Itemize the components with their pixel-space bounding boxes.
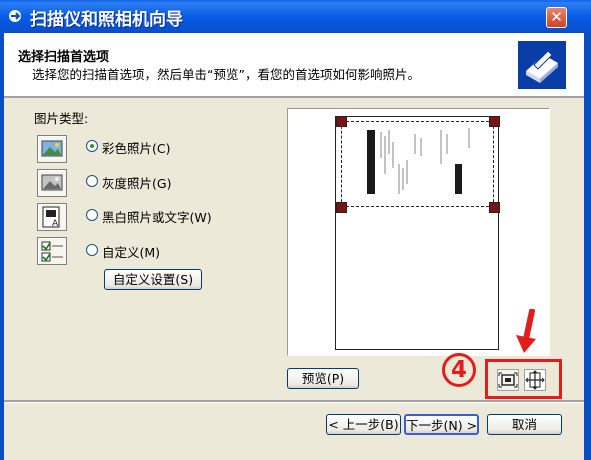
zoom-to-selection-icon[interactable]	[497, 369, 519, 391]
resize-handle-top-left[interactable]	[336, 116, 347, 127]
red-arrow-annotation	[516, 309, 536, 353]
resize-handle-top-right[interactable]	[489, 116, 500, 127]
preview-button[interactable]: 预览(P)	[287, 368, 359, 389]
color-photo-label[interactable]: 彩色照片(C)	[102, 138, 170, 157]
grayscale-photo-label[interactable]: 灰度照片(G)	[102, 173, 171, 192]
black-white-text-icon: A	[37, 203, 67, 231]
scanner-wizard-icon	[518, 41, 566, 89]
resize-handle-bottom-right[interactable]	[489, 202, 500, 213]
custom-settings-icon	[37, 237, 67, 265]
resize-handle-bottom-left[interactable]	[336, 202, 347, 213]
back-button[interactable]: < 上一步(B)	[326, 414, 401, 435]
wizard-arrow-icon	[9, 10, 21, 22]
color-photo-radio[interactable]	[86, 140, 98, 152]
custom-settings-button[interactable]: 自定义设置(S)	[104, 269, 202, 290]
svg-text:A: A	[52, 219, 59, 229]
picture-type-label: 图片类型:	[34, 111, 89, 126]
next-button[interactable]: 下一步(N) >	[404, 414, 479, 435]
cancel-button[interactable]: 取消	[487, 414, 562, 435]
grayscale-photo-radio[interactable]	[86, 175, 98, 187]
custom-label[interactable]: 自定义(M)	[102, 242, 160, 261]
window-title: 扫描仪和照相机向导	[30, 10, 183, 30]
custom-radio[interactable]	[86, 244, 98, 256]
fit-page-icon[interactable]	[524, 369, 546, 391]
close-button[interactable]: ✕	[546, 7, 567, 28]
step-number-badge: 4	[442, 353, 476, 387]
window-frame-right	[584, 33, 591, 460]
grayscale-photo-icon	[37, 169, 67, 197]
color-photo-icon	[37, 135, 67, 163]
page-title: 选择扫描首选项	[18, 50, 110, 65]
black-white-label[interactable]: 黑白照片或文字(W)	[102, 207, 212, 226]
selection-marquee[interactable]	[341, 121, 494, 207]
page-subtitle: 选择您的扫描首选项，然后单击“预览”，看您的首选项如何影响照片。	[32, 67, 420, 82]
black-white-radio[interactable]	[86, 209, 98, 221]
